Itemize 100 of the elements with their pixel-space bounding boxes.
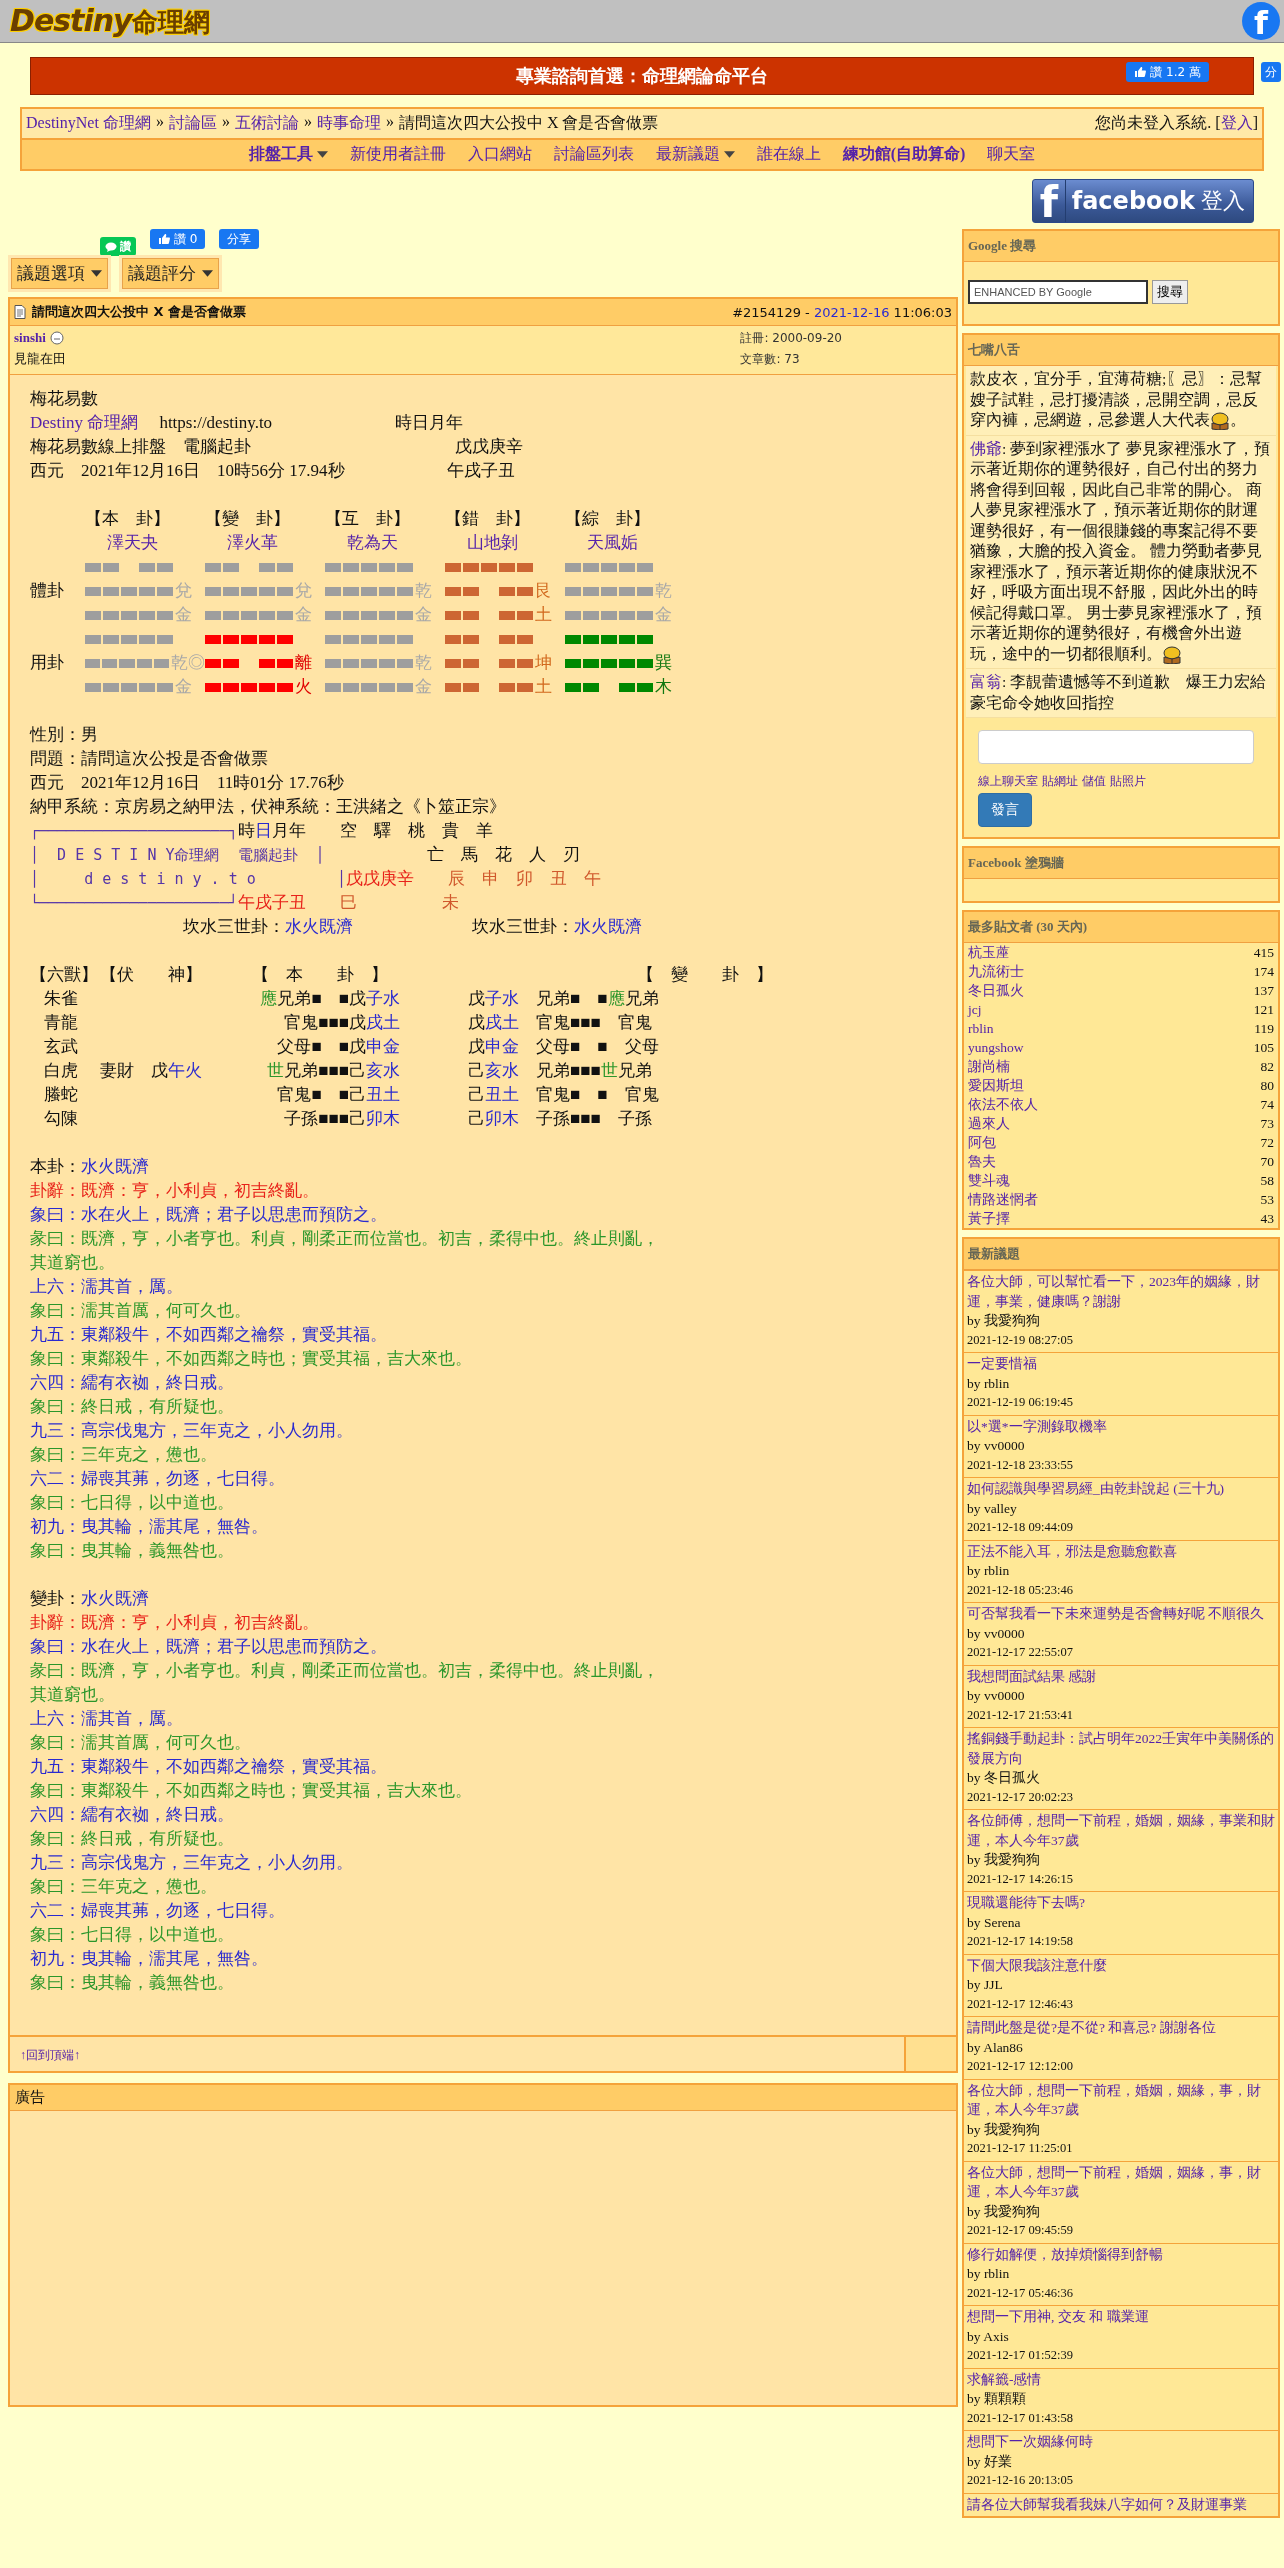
trigram-element: 土 xyxy=(535,604,552,626)
site-logo[interactable]: Destiny命理網 xyxy=(10,2,210,40)
share-button[interactable]: 分享 xyxy=(219,229,260,249)
search-field[interactable]: ENHANCED BY Google xyxy=(968,280,1148,304)
post-count: 文章數: 73 xyxy=(740,351,801,368)
poster-link[interactable]: yungshow xyxy=(968,1039,1024,1056)
poster-link[interactable]: 黃子擇 xyxy=(968,1209,1010,1228)
nav-link[interactable]: 排盤工具 xyxy=(248,144,328,165)
breadcrumb-link[interactable]: 討論區 xyxy=(168,113,217,134)
nav-link[interactable]: 練功館(自助算命) xyxy=(842,144,966,165)
chat-author-link[interactable]: 富翁 xyxy=(970,673,1002,690)
chat-tool-link[interactable]: 線上聊天室 xyxy=(978,774,1038,789)
topic-link[interactable]: 現職還能待下去嗎? xyxy=(967,1893,1275,1913)
topic-link[interactable]: 想問一下用神, 交友 和 職業運 xyxy=(967,2307,1275,2327)
topic-link[interactable]: 修行如解便，放掉煩惱得到舒暢 xyxy=(967,2244,1275,2264)
facebook-icon[interactable]: f xyxy=(1242,2,1280,40)
topic-link[interactable]: 一定要惜福 xyxy=(967,1354,1275,1374)
panel-header: 最多貼文者 (30 天內) xyxy=(964,912,1278,943)
topic-link[interactable]: 各位師傅，想問一下前程，婚姻，姻緣，事業和財運，本人今年37歲 xyxy=(967,1811,1275,1850)
trigram-element: 金 xyxy=(415,604,432,626)
topic-author: by 冬日孤火 xyxy=(967,1769,1041,1787)
hexagram-heading: 【變 卦】 xyxy=(205,508,290,530)
breadcrumb-link[interactable]: 五術討論 xyxy=(234,113,299,134)
poster-link[interactable]: 雙斗魂 xyxy=(968,1171,1010,1190)
topic-link[interactable]: 搖銅錢手動起卦：試占明年2022壬寅年中美關係的發展方向 xyxy=(967,1729,1275,1768)
topic-link[interactable]: 下個大限我該注意什麼 xyxy=(967,1955,1275,1975)
breadcrumb-separator: » xyxy=(221,113,230,132)
post-line: 卦辭：既濟：亨，小利貞，初吉終亂。 xyxy=(30,1180,320,1202)
share-button[interactable]: 分 xyxy=(1261,62,1281,82)
nav-link[interactable]: 新使用者註冊 xyxy=(349,144,446,165)
poster-link[interactable]: jcj xyxy=(968,1001,982,1018)
post-line: 九五：東鄰殺牛，不如西鄰之禴祭，實受其福。 xyxy=(30,1324,388,1346)
breadcrumb-separator: » xyxy=(303,113,312,132)
author-link[interactable]: sinshi xyxy=(14,330,46,346)
topic-menu-button[interactable]: 議題選項 xyxy=(11,258,108,289)
poster-link[interactable]: 九流術士 xyxy=(968,962,1024,981)
poster-link[interactable]: 阿包 xyxy=(968,1133,996,1152)
poster-link[interactable]: rblin xyxy=(968,1020,994,1037)
nav-link[interactable]: 討論區列表 xyxy=(553,144,634,165)
table-cell-text: 戊戌土 官鬼■■■ 官鬼 xyxy=(468,1012,653,1034)
nav-link[interactable]: 聊天室 xyxy=(987,144,1036,165)
trigram-name: 乾◎ xyxy=(171,652,205,674)
topic-link[interactable]: 求解籤-感情 xyxy=(967,2369,1275,2389)
topic-time: 2021-12-17 20:02:23 xyxy=(967,1788,1074,1806)
post-line: 其道窮也。 xyxy=(30,1684,116,1706)
topic-link[interactable]: 請各位大師幫我看我妹八字如何？及財運事業 xyxy=(967,2494,1275,2514)
like-button[interactable]: 讚 1.2 萬 xyxy=(1126,62,1209,82)
breadcrumb-link[interactable]: DestinyNet 命理網 xyxy=(26,113,151,134)
thumbs-up-icon xyxy=(158,233,170,245)
poster-link[interactable]: 過來人 xyxy=(968,1114,1010,1133)
topic-link[interactable]: 想問下一次姻緣何時 xyxy=(967,2432,1275,2452)
column-header: 【 變 卦 】 xyxy=(636,964,774,986)
poster-link[interactable]: 依法不依人 xyxy=(968,1095,1038,1114)
topic-menu-button[interactable]: 議題評分 xyxy=(122,258,219,289)
facebook-login-button[interactable]: f facebook 登入 xyxy=(1032,179,1254,223)
topic-time: 2021-12-19 08:27:05 xyxy=(967,1331,1074,1349)
login-link[interactable]: 登入 xyxy=(1220,114,1253,131)
trigram-element: 金 xyxy=(415,676,432,698)
table-cell-text: 世兄弟■■■己亥水 xyxy=(266,1060,400,1082)
back-to-top-link[interactable]: ↑回到頂端↑ xyxy=(10,2037,904,2071)
poster-link[interactable]: 情路迷惘者 xyxy=(968,1190,1038,1209)
chat-tool-link[interactable]: 貼網址 xyxy=(1042,774,1078,789)
topic-link[interactable]: 各位大師，可以幫忙看一下，2023年的姻緣，財運，事業，健康嗎？謝謝 xyxy=(967,1272,1275,1311)
like-button[interactable]: 讚 0 xyxy=(150,229,206,249)
nav-link[interactable]: 最新議題 xyxy=(655,144,735,165)
nav-link[interactable]: 入口網站 xyxy=(467,144,532,165)
topic-time: 2021-12-17 11:25:01 xyxy=(967,2140,1074,2157)
chat-tool-link[interactable]: 儲值 xyxy=(1082,774,1106,789)
trigram-name: 兌 xyxy=(175,580,192,602)
topic-time: 2021-12-16 20:13:05 xyxy=(967,2472,1074,2489)
topic-link[interactable]: 正法不能入耳，邪法是愈聽愈歡喜 xyxy=(967,1541,1275,1561)
message-field[interactable] xyxy=(978,730,1254,764)
poster-link[interactable]: 愛因斯坦 xyxy=(968,1076,1024,1095)
poster-link[interactable]: 杭玉蓙 xyxy=(968,943,1010,962)
table-cell-text: 白虎 xyxy=(43,1060,79,1082)
hexagram-name: 澤天夬 xyxy=(107,532,158,554)
topic-link[interactable]: 各位大師，想問一下前程，婚姻，姻緣，事，財運，本人今年37歲 xyxy=(967,2080,1275,2120)
nav-link[interactable]: 誰在線上 xyxy=(756,144,821,165)
topic-link[interactable]: 請問此盤是從?是不從? 和喜忌? 謝謝各位 xyxy=(967,2018,1275,2038)
trigram-name: 乾 xyxy=(655,580,672,602)
topic-link[interactable]: 我想問面試結果 感謝 xyxy=(967,1666,1275,1686)
poster-link[interactable]: 冬日孤火 xyxy=(968,981,1024,1000)
trigram-name: 乾 xyxy=(415,580,432,602)
topic-author: by Alan86 xyxy=(967,2038,1024,2057)
post-line: 問題：請問這次公投是否會做票 xyxy=(30,748,269,770)
topic-link[interactable]: 以*選*一字測錄取機率 xyxy=(967,1416,1275,1436)
breadcrumb-link[interactable]: 時事命理 xyxy=(316,113,381,134)
trigram-element: 金 xyxy=(655,604,672,626)
topic-link[interactable]: 如何認識與學習易經_由乾卦說起 (三十九) xyxy=(967,1479,1275,1499)
chat-author-link[interactable]: 佛爺 xyxy=(970,439,1002,457)
topic-link[interactable]: 各位大師，想問一下前程，婚姻，姻緣，事，財運，本人今年37歲 xyxy=(967,2162,1275,2202)
topic-link[interactable]: 可否幫我看一下未來運勢是否會轉好呢 不順很久 xyxy=(967,1604,1275,1624)
poster-link[interactable]: 魯夫 xyxy=(968,1152,996,1171)
post-date-link[interactable]: 2021-12-16 xyxy=(813,304,890,320)
poster-link[interactable]: 謝尚楠 xyxy=(968,1057,1010,1076)
chat-message: 佛爺: 夢到家裡漲水了 夢見家裡漲水了，預示著近期你的運勢很好，自己付出的努力將會得到回報，因此自己非常的開心。 商人夢見家裡漲水了，預示著近期你的財運運勢很好，有一個很賺錢的專案記得不要猶豫，大膽的投入資金。 體力勞動者夢見家裡漲水了，預示著近期你的健康狀況不好，呼吸方面出現不舒服，因此外出的時候記得戴口罩。 男士夢見家裡漲水了，預示著近期你的運勢很好，有機會外出遊玩，途中的一切都很順利。 xyxy=(966,435,1276,669)
send-button[interactable]: 發言 xyxy=(978,793,1032,827)
search-button[interactable]: 搜尋 xyxy=(1152,280,1188,304)
chat-tool-link[interactable]: 貼照片 xyxy=(1110,774,1146,789)
post-line: 六四：繻有衣袽，終日戒。 xyxy=(30,1804,235,1826)
